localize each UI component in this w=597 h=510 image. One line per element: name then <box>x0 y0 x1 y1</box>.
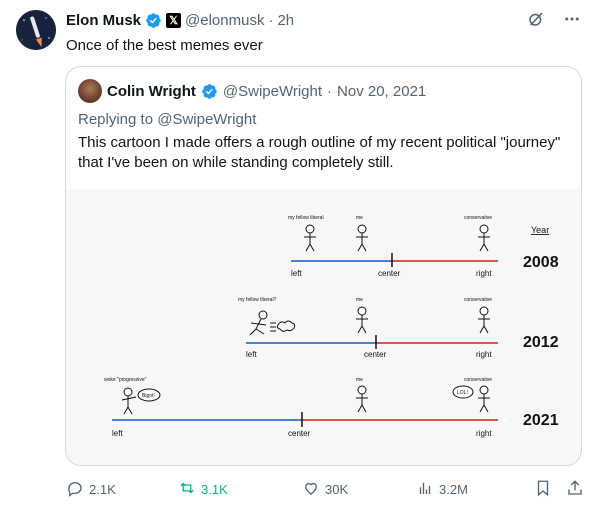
quoted-separator: · <box>327 82 333 100</box>
year-header: Year <box>531 225 549 235</box>
affiliate-x-icon: 𝕏 <box>166 12 182 28</box>
row-2012: left center right my fellow liberal? me … <box>238 297 559 359</box>
row-2021-right: right <box>476 429 492 438</box>
quoted-author-name[interactable]: Colin Wright <box>107 83 196 100</box>
quoted-avatar[interactable] <box>78 79 102 103</box>
row-2012-right: right <box>476 350 492 359</box>
row-2021-year: 2021 <box>523 412 559 429</box>
tweet-actions: 2.1K 3.1K 30K 3.2M <box>66 479 586 499</box>
row-2012-year: 2012 <box>523 334 559 351</box>
row-2012-me-caption: me <box>356 297 363 303</box>
cartoon-image[interactable]: Year left center right my fellow liberal… <box>66 189 581 465</box>
row-2021: left center right woke "progressive" me … <box>104 377 559 438</box>
verified-badge-icon <box>145 12 162 29</box>
author-handle[interactable]: @elonmusk <box>185 12 264 29</box>
row-2012-center: center <box>364 350 387 359</box>
header-separator: · <box>268 11 274 29</box>
author-avatar[interactable] <box>16 10 56 50</box>
like-count: 30K <box>325 481 349 497</box>
reply-icon <box>66 479 84 500</box>
retweet-button[interactable]: 3.1K <box>178 479 228 500</box>
quoted-reply-to[interactable]: Replying to @SwipeWright <box>78 111 256 128</box>
row-2008-center: center <box>378 269 401 278</box>
views-count: 3.2M <box>439 481 468 497</box>
row-2021-right-caption: conservative <box>464 377 492 383</box>
row-2021-right-speech: LOL! <box>457 390 468 396</box>
like-button[interactable]: 30K <box>302 479 348 500</box>
tweet-header: Elon Musk 𝕏 @elonmusk · 2h <box>66 10 294 30</box>
row-2021-center: center <box>288 429 311 438</box>
row-2008-left-caption: my fellow liberal <box>288 215 324 221</box>
more-icon[interactable] <box>563 10 581 28</box>
row-2008-year: 2008 <box>523 254 559 271</box>
tweet-text: Once of the best memes ever <box>66 37 263 54</box>
row-2021-me-caption: me <box>356 377 363 383</box>
bookmark-icon <box>534 479 552 500</box>
row-2008-left: left <box>291 269 302 278</box>
row-2008: left center right my fellow liberal me c… <box>288 215 559 278</box>
quoted-date: Nov 20, 2021 <box>337 82 427 100</box>
bookmark-button[interactable] <box>534 479 552 500</box>
retweet-icon <box>178 479 196 500</box>
retweet-count: 3.1K <box>201 481 228 497</box>
quoted-tweet[interactable]: Colin Wright @SwipeWright · Nov 20, 2021… <box>65 66 582 466</box>
row-2008-right: right <box>476 269 492 278</box>
quoted-header: Colin Wright @SwipeWright · Nov 20, 2021 <box>78 79 426 103</box>
row-2012-right-caption: conservative <box>464 297 492 303</box>
reply-count: 2.1K <box>89 481 116 497</box>
tweet-time[interactable]: 2h <box>277 12 294 29</box>
row-2008-me-caption: me <box>356 215 363 221</box>
share-icon <box>566 479 584 500</box>
quoted-text: This cartoon I made offers a rough outli… <box>78 134 561 171</box>
quoted-author-handle: @SwipeWright <box>222 82 323 100</box>
row-2021-left: left <box>112 429 123 438</box>
tweet[interactable]: Elon Musk 𝕏 @elonmusk · 2h Once of the b… <box>0 0 597 510</box>
author-name[interactable]: Elon Musk <box>66 12 141 29</box>
reply-button[interactable]: 2.1K <box>66 479 116 500</box>
row-2012-left-caption: my fellow liberal? <box>238 297 277 303</box>
views-icon <box>416 479 434 500</box>
views-button[interactable]: 3.2M <box>416 479 468 500</box>
grok-icon[interactable] <box>527 10 545 28</box>
row-2008-right-caption: conservative <box>464 215 492 221</box>
quoted-verified-badge-icon <box>201 83 218 100</box>
row-2021-left-caption: woke "progressive" <box>104 377 147 383</box>
like-icon <box>302 479 320 500</box>
share-button[interactable] <box>566 479 584 500</box>
row-2012-left: left <box>246 350 257 359</box>
tweet-top-actions <box>527 10 581 28</box>
row-2021-left-speech: Bigot! <box>142 393 155 399</box>
